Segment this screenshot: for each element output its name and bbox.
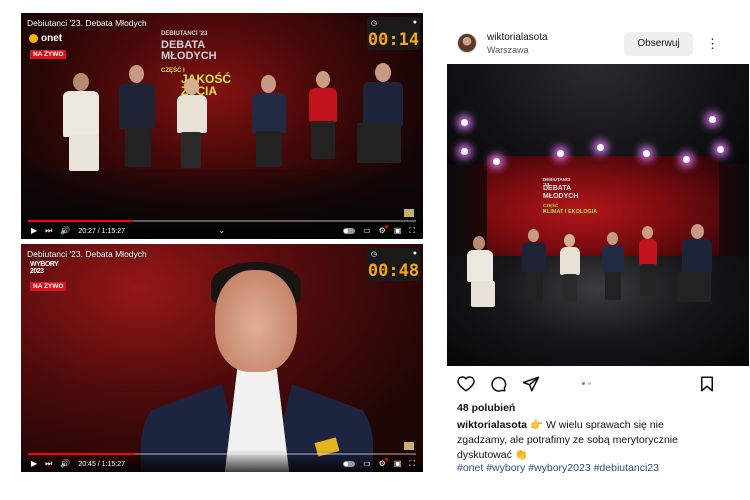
debate-screen-line1: DEBATA [543,185,572,192]
progress-fill [28,453,135,455]
onet-dot-icon [29,34,38,43]
autoplay-toggle[interactable] [343,228,356,234]
carousel-dot [588,382,591,385]
live-badge: NA ŻYWO [30,282,67,291]
settings-gear-icon[interactable]: ⚙ [379,225,389,235]
share-icon[interactable] [522,375,540,393]
channel-watermark-icon [404,209,414,217]
player-controls: ▶ ⏭ 🔊 20:45 / 1:15:27 ▭ ⚙ ▣ ⛶ [21,450,423,472]
next-icon[interactable]: ⏭ [45,460,52,468]
stage-light [683,156,690,163]
video-player-bottom[interactable]: Debiutanci '23. Debata Młodych WYBORY 20… [21,244,423,472]
stage-light [597,144,604,151]
timer-icons: ◷ ● [371,250,417,258]
play-icon[interactable]: ▶ [31,460,37,468]
stage-light [461,119,468,126]
bookmark-icon[interactable] [698,375,716,393]
volume-icon[interactable]: 🔊 [60,227,70,235]
carousel-dot [582,382,585,385]
speaker-face [215,270,297,372]
stage-light [461,148,468,155]
carousel-indicator [582,382,591,385]
microphone-icon: ● [412,250,417,257]
follow-button[interactable]: Obserwuj [624,32,693,56]
heart-icon[interactable] [457,375,475,393]
fullscreen-icon[interactable]: ⛶ [409,460,415,468]
stage-light [493,158,500,165]
debate-topic-label: KLIMAT I EKOLOGIA [543,209,598,215]
player-controls: ▶ ⏭ 🔊 20:27 / 1:15:27 ⌄ ▭ ⚙ ▣ ⛶ [21,217,423,239]
play-icon[interactable]: ▶ [31,227,37,235]
miniplayer-icon[interactable]: ▣ [394,460,402,468]
comment-icon[interactable] [489,375,507,393]
avatar[interactable] [457,33,477,53]
video-title[interactable]: Debiutanci '23. Debata Młodych [27,249,147,259]
volume-icon[interactable]: 🔊 [60,460,70,468]
next-icon[interactable]: ⏭ [45,227,52,235]
video-player-top[interactable]: DEBIUTANCI '23 DEBATA MŁODYCH CZĘŚĆ I JA… [21,13,423,239]
progress-bar[interactable] [28,453,416,455]
stage-light [709,116,716,123]
panelist [51,73,111,183]
post-caption: wiktorialasota 👉 W wielu sprawach się ni… [457,418,715,463]
username[interactable]: wiktorialasota [487,32,548,43]
panelist [246,75,291,175]
panelist [673,224,719,314]
microphone-icon: ● [412,19,417,26]
panelist [351,63,411,173]
panelist [633,226,663,308]
instagram-post: wiktorialasota Warszawa Obserwuj ⋮ DEBIU… [446,0,750,500]
stage-light [643,150,650,157]
location[interactable]: Warszawa [487,45,529,55]
clock-icon: ◷ [371,20,378,27]
panelist [301,71,346,171]
hashtags[interactable]: #onet #wybory #wybory2023 #debiutanci23 [457,462,659,474]
stage-light [557,150,564,157]
autoplay-toggle[interactable] [343,461,356,467]
onet-logo: onet [29,33,62,44]
panelist [555,234,585,309]
debate-screen-line2: MŁODYCH [161,50,217,62]
miniplayer-icon[interactable]: ▣ [394,227,402,235]
live-badge: NA ŻYWO [30,50,67,59]
progress-fill [28,220,133,222]
progress-bar[interactable] [28,220,416,222]
channel-watermark-icon [404,442,414,450]
settings-gear-icon[interactable]: ⚙ [379,458,389,468]
likes-count[interactable]: 48 polubień [457,402,515,414]
debate-screen-line2: MŁODYCH [543,193,579,200]
onet-logo-text: onet [41,33,63,44]
panelist [113,65,163,175]
caption-username[interactable]: wiktorialasota [457,419,527,431]
panelist [597,232,629,310]
post-actions [446,372,750,396]
video-title[interactable]: Debiutanci '23. Debata Młodych [27,18,147,28]
stage-light [717,146,724,153]
timer-icons: ◷ ● [371,19,417,27]
debate-screen-tag: DEBIUTANCI '23 [161,31,208,37]
fullscreen-icon[interactable]: ⛶ [409,227,415,235]
post-header: wiktorialasota Warszawa Obserwuj ⋮ [446,27,750,63]
subtitles-icon[interactable]: ▭ [363,460,371,468]
wybory-logo: WYBORY 2023 [30,261,59,275]
more-options-icon[interactable]: ⋮ [706,34,719,54]
time-display: 20:45 / 1:15:27 [78,460,126,468]
post-photo[interactable]: DEBIUTANCI '23 DEBATA MŁODYCH CZĘŚĆ II K… [447,64,749,366]
time-display: 20:27 / 1:15:27 [78,227,126,235]
panelist [517,229,551,309]
panelist [461,236,501,316]
subtitles-icon[interactable]: ▭ [363,227,371,235]
panelist [171,78,211,178]
chevron-down-icon[interactable]: ⌄ [218,227,225,235]
clock-icon: ◷ [371,251,378,258]
